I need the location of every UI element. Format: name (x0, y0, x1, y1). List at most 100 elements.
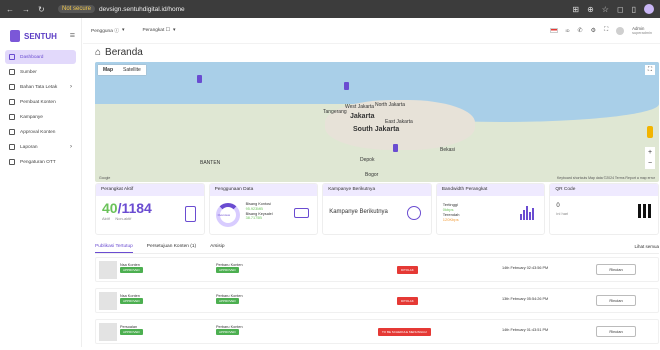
bookmark-star-icon[interactable]: ☆ (602, 5, 609, 14)
flag-icon[interactable] (549, 28, 558, 33)
status-badge: DITOLAK (397, 266, 418, 274)
timestamp: 13th February 05:54:26 PM (502, 297, 549, 301)
tab-persetujuan[interactable]: Persetujuan Konten (1) (147, 244, 196, 253)
extensions-icon[interactable]: ◻ (617, 5, 624, 14)
sidebar-item-dashboard[interactable]: Dashboard (5, 50, 76, 64)
usage-donut: Overview (215, 203, 240, 227)
device-dropdown[interactable]: Perangkat ☐ ▾ (142, 28, 175, 33)
settings-icon (9, 159, 15, 165)
status-badge: DITOLAK (397, 297, 418, 305)
content-list: Nsa Konten APPROVED Perbaru Konten APPROVE… (95, 257, 659, 350)
map-zoom-control[interactable]: + − (645, 147, 655, 169)
qr-code-icon (637, 204, 652, 218)
detail-button[interactable]: Rincian (596, 326, 636, 337)
view-all-link[interactable]: Lihat semua (634, 244, 659, 253)
map-pin[interactable] (197, 75, 202, 83)
sidebar-item-pembuat[interactable]: Pembuat Konten (5, 95, 76, 109)
status-badge: TO BE SCHEDULE MENUNGGU (378, 328, 431, 336)
approval-icon (9, 129, 15, 135)
map-label: Bekasi (440, 147, 456, 153)
avatar[interactable] (616, 26, 625, 35)
phone-icon[interactable]: ✆ (578, 27, 583, 34)
chevron-down-icon: ▾ (122, 28, 125, 33)
pegman-icon[interactable] (647, 126, 653, 138)
chevron-right-icon: › (70, 144, 72, 150)
tab-arsip[interactable]: Arsisip (210, 244, 224, 253)
map-type-tabs: Map Satellite (98, 65, 146, 75)
layout-icon (9, 84, 15, 90)
sidebar-item-bahan[interactable]: Bahan Tata Letak › (5, 80, 76, 94)
campaign-icon (9, 114, 15, 120)
approved-badge: APPROVED (120, 267, 143, 273)
map-footer: Google Keyboard shortcuts Map data ©2024 … (99, 176, 655, 180)
map-tab-satellite[interactable]: Satellite (118, 65, 146, 75)
map-label: BANTEN (200, 160, 221, 166)
zoom-icon[interactable]: ⊕ (587, 5, 594, 14)
map-fullscreen-icon[interactable]: ⛶ (645, 65, 655, 75)
user-info[interactable]: Admin superadmin (632, 26, 652, 36)
security-warning[interactable]: Not secure (58, 5, 96, 13)
card-next-campaign: Kampanye Berikutnya Kampanye Berikutnya (322, 183, 432, 235)
card-qr-code: QR Code 0 ini hari (549, 183, 659, 235)
bar-chart-icon (520, 206, 535, 220)
active-count: 40 (102, 200, 118, 216)
sidebar-item-laporan[interactable]: Laporan › (5, 140, 76, 154)
thumbnail-icon (99, 291, 117, 310)
profile-avatar[interactable] (644, 4, 654, 14)
sidebar-item-ott[interactable]: Pengaturan OTT (5, 155, 76, 169)
sidepanel-icon[interactable]: ▯ (632, 5, 636, 14)
app-name: SENTUH (24, 31, 57, 41)
address-bar[interactable]: Not secure devsign.sentuhdigital.id/home (58, 5, 185, 13)
clock-icon (406, 206, 421, 220)
detail-button[interactable]: Rincian (596, 264, 636, 275)
app-logo[interactable]: SENTUH ≡ (0, 18, 81, 50)
map[interactable]: Tangerang West Jakarta North Jakarta Jak… (95, 62, 659, 182)
zoom-in-icon[interactable]: + (645, 147, 655, 158)
map-tab-map[interactable]: Map (98, 65, 118, 75)
storage-icon (294, 208, 310, 218)
chevron-down-icon: ▾ (172, 28, 176, 33)
translate-icon[interactable]: ⊞ (572, 5, 579, 14)
map-label: Tangerang (323, 109, 347, 115)
sidebar-item-sumber[interactable]: Sumber (5, 65, 76, 79)
user-dropdown[interactable]: Pengguna ⓘ ▾ (91, 27, 124, 34)
map-pin[interactable] (393, 144, 398, 152)
map-label: East Jakarta (385, 119, 413, 125)
timestamp: 14th February 01:43:51 PM (502, 328, 549, 332)
forward-icon[interactable]: → (22, 5, 30, 14)
list-item: Persoalan APPROVED Perbaru Konten APPROVED… (95, 319, 659, 344)
map-pin[interactable] (344, 82, 349, 90)
detail-button[interactable]: Rincian (596, 295, 636, 306)
sidebar-item-approval[interactable]: Approval Konten (5, 125, 76, 139)
map-label: Depok (360, 157, 375, 163)
approved-badge: APPROVED (216, 329, 239, 335)
thumbnail-icon (99, 260, 117, 279)
list-item: Nsa Konten APPROVED Perbaru Konten APPROVE… (95, 288, 659, 313)
url-text[interactable]: devsign.sentuhdigital.id/home (99, 6, 185, 13)
stat-cards: Perangkat Aktif 40/1184 Aktif Non-aktif … (95, 183, 659, 235)
approved-badge: APPROVED (120, 298, 143, 304)
fullscreen-icon[interactable]: ⛶ (604, 27, 608, 34)
reload-icon[interactable]: ↻ (38, 5, 45, 14)
card-active-devices: Perangkat Aktif 40/1184 Aktif Non-aktif (95, 183, 205, 235)
chart-icon (9, 144, 15, 150)
language-label[interactable]: ID (566, 28, 570, 33)
back-icon[interactable]: ← (6, 5, 14, 14)
content-icon (9, 99, 15, 105)
map-label: South Jakarta (353, 126, 400, 133)
tab-publikasi[interactable]: Publikasi Tertutup (95, 244, 133, 253)
approved-badge: APPROVED (120, 329, 143, 335)
gear-icon[interactable]: ⚙ (591, 27, 596, 34)
sidebar: SENTUH ≡ Dashboard Sumber Bahan Tata Let… (0, 18, 82, 347)
logo-icon (10, 30, 20, 42)
source-icon (9, 69, 15, 75)
zoom-out-icon[interactable]: − (645, 158, 655, 169)
sidebar-item-kampanye[interactable]: Kampanye (5, 110, 76, 124)
approved-badge: APPROVED (216, 267, 239, 273)
card-bandwidth: Bandwidth Perangkat Tertinggi 0kbps Teren… (435, 183, 546, 235)
approved-badge: APPROVED (216, 298, 239, 304)
total-count: 1184 (121, 200, 152, 216)
dashboard-icon (9, 54, 15, 60)
menu-toggle-icon[interactable]: ≡ (70, 30, 75, 40)
card-data-usage: Penggunaan Data Overview Bisang Kontosi 9… (208, 183, 319, 235)
